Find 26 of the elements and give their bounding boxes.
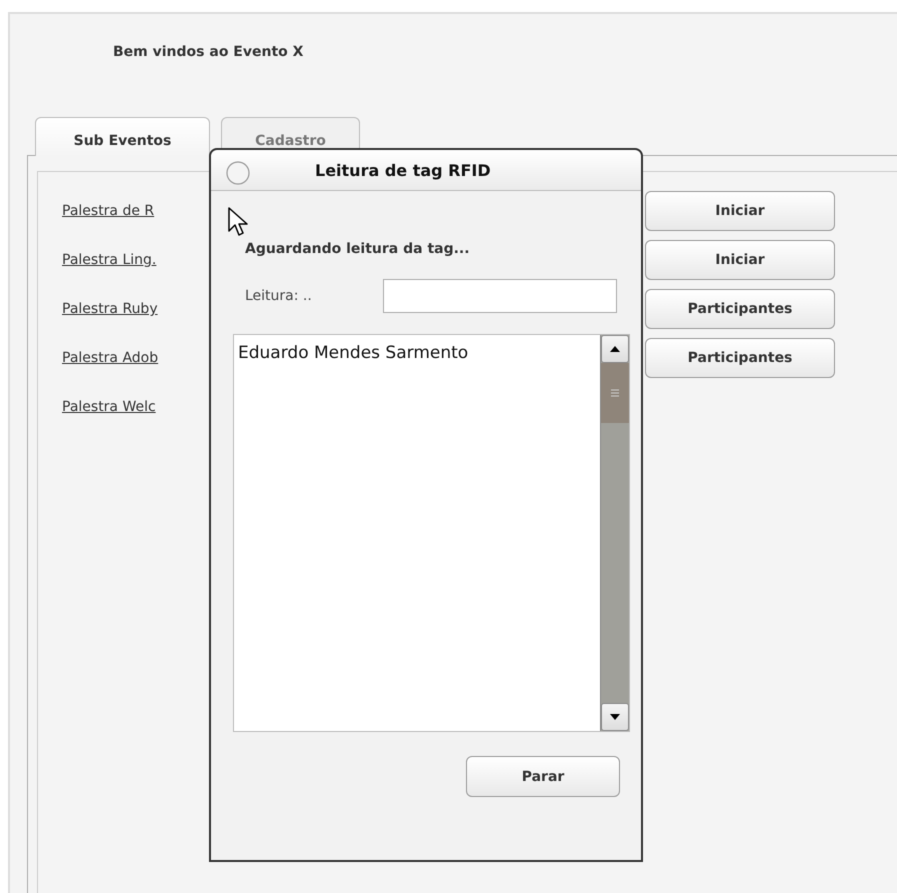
event-link[interactable]: Palestra Ruby (62, 301, 158, 317)
dialog-title: Leitura de tag RFID (315, 160, 491, 180)
down-triangle-icon (609, 713, 621, 721)
scroll-up-button[interactable] (601, 335, 629, 363)
field-label: Leitura: .. (245, 288, 313, 304)
scroll-down-button[interactable] (601, 703, 629, 731)
grip-icon (610, 388, 620, 398)
tab[interactable]: Sub Eventos (35, 117, 210, 156)
action-button[interactable]: Participantes (645, 338, 835, 378)
window-control-icon[interactable] (226, 161, 250, 185)
event-link[interactable]: Palestra Ling. (62, 252, 156, 268)
stop-button[interactable]: Parar (466, 756, 620, 797)
mouse-pointer-icon (228, 207, 248, 237)
scroll-thumb[interactable] (601, 363, 629, 423)
up-triangle-icon (609, 345, 621, 353)
scrollbar[interactable] (600, 335, 629, 731)
event-link[interactable]: Palestra Adob (62, 350, 158, 366)
reading-input-field[interactable] (383, 279, 617, 313)
action-button[interactable]: Iniciar (645, 240, 835, 280)
action-button[interactable]: Participantes (645, 289, 835, 329)
welcome-heading: Bem vindos ao Evento X (112, 43, 304, 62)
status-text: Aguardando leitura da tag... (245, 241, 471, 257)
action-button[interactable]: Iniciar (645, 191, 835, 231)
event-link[interactable]: Palestra de R (62, 203, 154, 219)
event-link[interactable]: Palestra Welc (62, 399, 156, 415)
list-item[interactable]: Eduardo Mendes Sarmento (238, 343, 596, 363)
